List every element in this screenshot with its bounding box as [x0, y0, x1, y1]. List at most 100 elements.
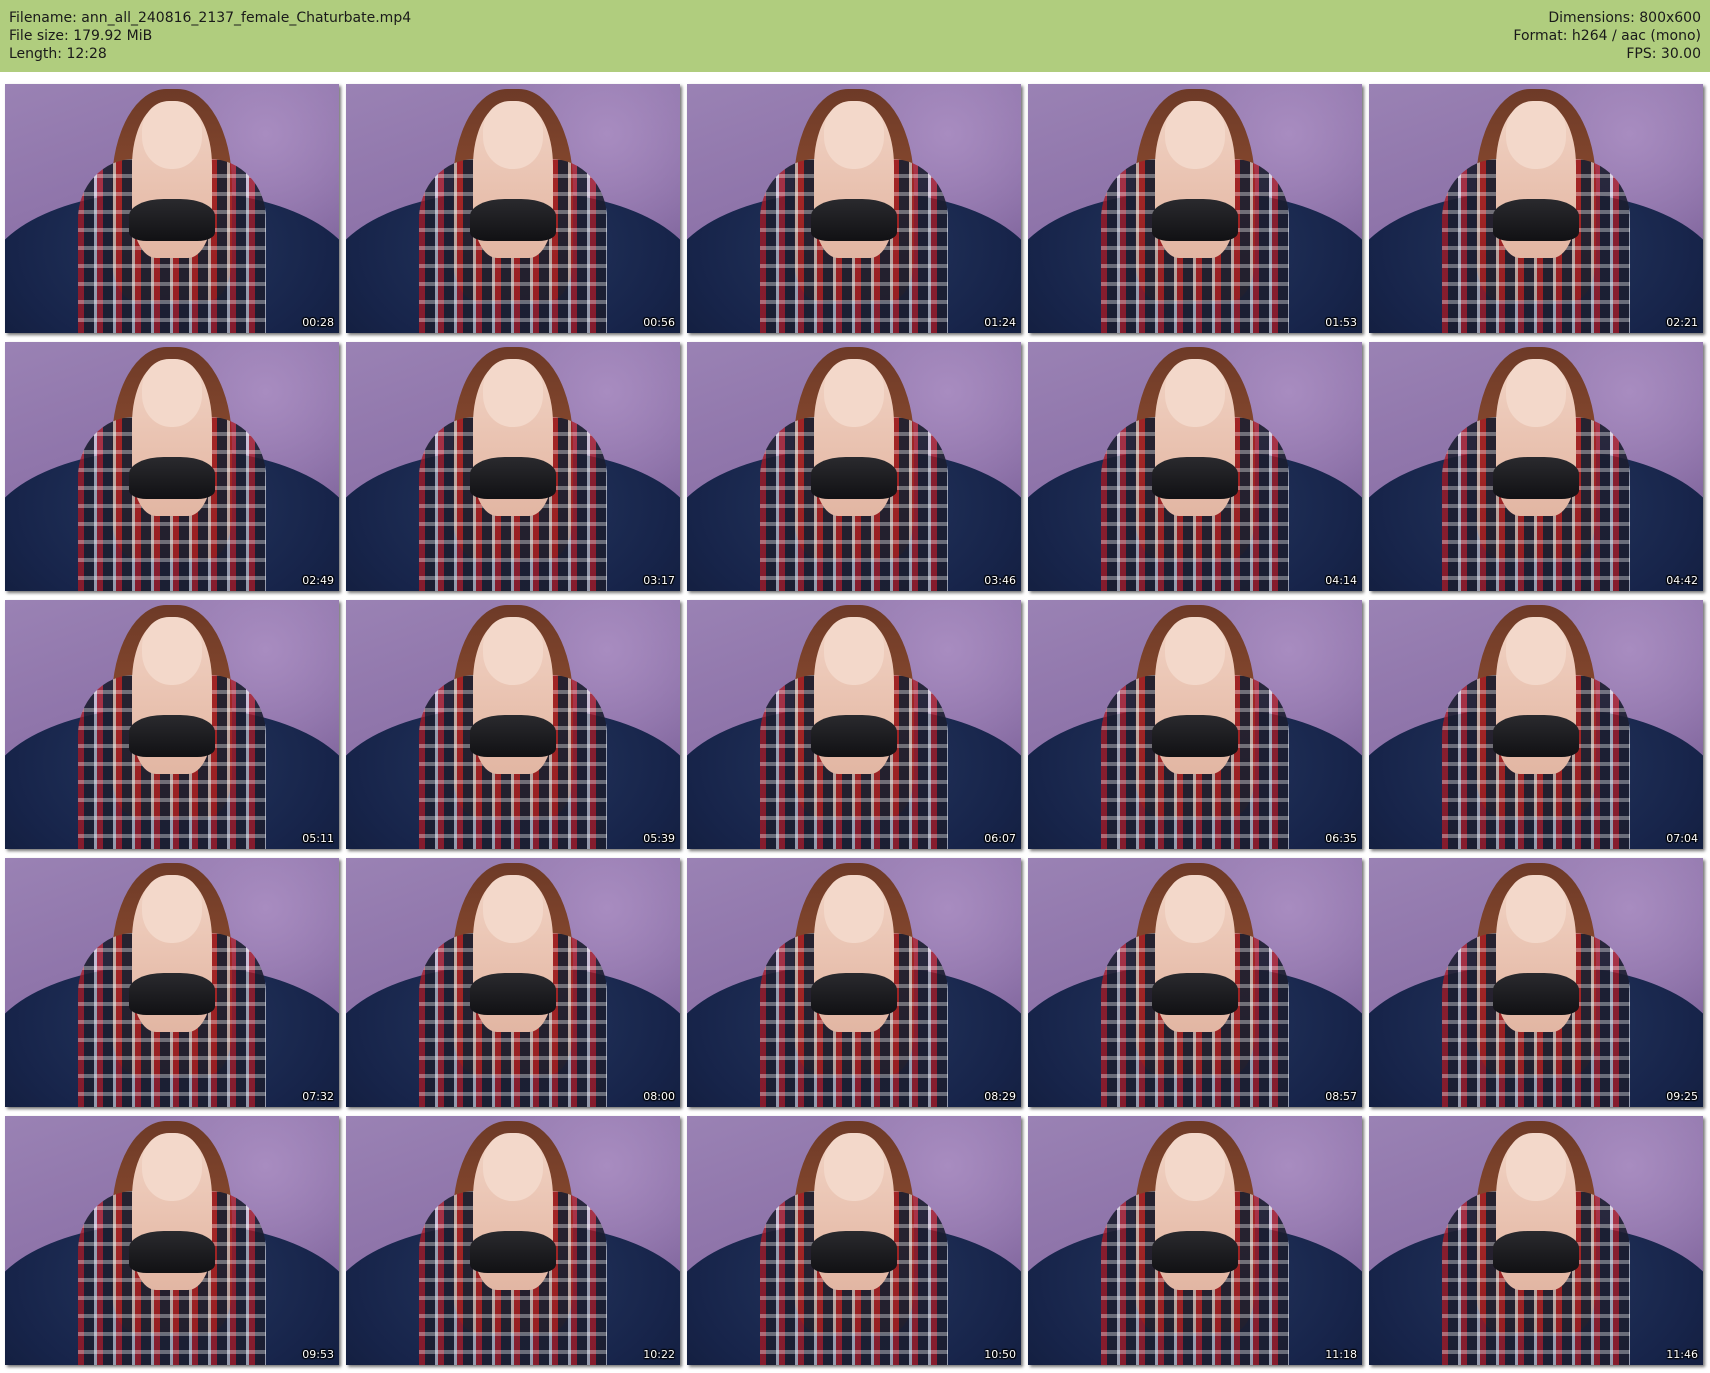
- metadata-header: Filename: ann_all_240816_2137_female_Cha…: [0, 0, 1710, 72]
- video-thumbnail: 07:32: [5, 858, 339, 1107]
- thumbnail-frame-image: [1369, 84, 1703, 333]
- filesize-text: File size: 179.92 MiB: [9, 28, 153, 44]
- video-thumbnail: 08:29: [687, 858, 1021, 1107]
- thumbnail-timestamp: 08:57: [1325, 1090, 1357, 1103]
- top-garment-shape: [1151, 456, 1239, 499]
- face-shape: [482, 359, 544, 427]
- thumbnail-frame-image: [346, 342, 680, 591]
- top-garment-shape: [469, 714, 557, 757]
- thumbnail-timestamp: 08:00: [643, 1090, 675, 1103]
- video-thumbnail: 06:07: [687, 600, 1021, 849]
- video-thumbnail: 01:24: [687, 84, 1021, 333]
- top-garment-shape: [469, 972, 557, 1015]
- face-shape: [1164, 1133, 1226, 1201]
- top-garment-shape: [1492, 972, 1580, 1015]
- thumbnail-frame-image: [1028, 1116, 1362, 1365]
- thumbnail-frame-image: [346, 84, 680, 333]
- top-garment-shape: [1492, 1230, 1580, 1273]
- video-thumbnail: 11:18: [1028, 1116, 1362, 1365]
- thumbnail-frame-image: [346, 858, 680, 1107]
- video-thumbnail: 05:11: [5, 600, 339, 849]
- top-garment-shape: [1151, 972, 1239, 1015]
- thumbnail-frame-image: [687, 84, 1021, 333]
- top-garment-shape: [810, 198, 898, 241]
- face-shape: [141, 359, 203, 427]
- face-shape: [823, 101, 885, 169]
- thumbnail-timestamp: 00:56: [643, 316, 675, 329]
- top-garment-shape: [128, 1230, 216, 1273]
- thumbnail-frame-image: [1028, 84, 1362, 333]
- thumbnail-timestamp: 09:53: [302, 1348, 334, 1361]
- thumbnail-timestamp: 01:53: [1325, 316, 1357, 329]
- thumbnail-timestamp: 11:46: [1666, 1348, 1698, 1361]
- thumbnail-timestamp: 10:22: [643, 1348, 675, 1361]
- top-garment-shape: [810, 972, 898, 1015]
- face-shape: [141, 101, 203, 169]
- face-shape: [823, 617, 885, 685]
- video-thumbnail: 00:28: [5, 84, 339, 333]
- filename-text: Filename: ann_all_240816_2137_female_Cha…: [9, 10, 412, 26]
- thumbnail-frame-image: [1369, 342, 1703, 591]
- top-garment-shape: [128, 198, 216, 241]
- thumbnail-timestamp: 03:17: [643, 574, 675, 587]
- face-shape: [823, 1133, 885, 1201]
- face-shape: [1164, 875, 1226, 943]
- video-thumbnail: 02:49: [5, 342, 339, 591]
- thumbnail-timestamp: 02:21: [1666, 316, 1698, 329]
- thumbnail-frame-image: [346, 600, 680, 849]
- thumbnail-timestamp: 02:49: [302, 574, 334, 587]
- format-text: Format: h264 / aac (mono): [1513, 28, 1701, 44]
- top-garment-shape: [128, 456, 216, 499]
- top-garment-shape: [1492, 714, 1580, 757]
- top-garment-shape: [1492, 198, 1580, 241]
- thumbnail-timestamp: 06:35: [1325, 832, 1357, 845]
- thumbnail-timestamp: 03:46: [984, 574, 1016, 587]
- length-text: Length: 12:28: [9, 46, 107, 62]
- thumbnail-timestamp: 05:11: [302, 832, 334, 845]
- video-thumbnail: 08:57: [1028, 858, 1362, 1107]
- thumbnail-timestamp: 11:18: [1325, 1348, 1357, 1361]
- face-shape: [482, 617, 544, 685]
- video-thumbnail: 02:21: [1369, 84, 1703, 333]
- metadata-right-column: Dimensions: 800x600 Format: h264 / aac (…: [1513, 9, 1701, 63]
- thumbnail-timestamp: 04:14: [1325, 574, 1357, 587]
- metadata-left-column: Filename: ann_all_240816_2137_female_Cha…: [9, 9, 411, 63]
- thumbnail-frame-image: [1028, 600, 1362, 849]
- top-garment-shape: [1492, 456, 1580, 499]
- thumbnail-frame-image: [1369, 600, 1703, 849]
- face-shape: [1505, 617, 1567, 685]
- top-garment-shape: [1151, 198, 1239, 241]
- video-thumbnail: 10:22: [346, 1116, 680, 1365]
- top-garment-shape: [128, 714, 216, 757]
- fps-text: FPS: 30.00: [1626, 46, 1701, 62]
- video-thumbnail: 10:50: [687, 1116, 1021, 1365]
- thumbnail-frame-image: [1369, 1116, 1703, 1365]
- thumbnail-frame-image: [346, 1116, 680, 1365]
- face-shape: [141, 1133, 203, 1201]
- thumbnail-frame-image: [687, 600, 1021, 849]
- face-shape: [1164, 101, 1226, 169]
- thumbnail-grid: 00:28 00:56 01:24 01:53 02:21 02:49 03:17 03:46…: [5, 84, 1705, 1368]
- video-thumbnail: 03:46: [687, 342, 1021, 591]
- video-thumbnail: 09:25: [1369, 858, 1703, 1107]
- video-thumbnail: 09:53: [5, 1116, 339, 1365]
- dimensions-text: Dimensions: 800x600: [1548, 10, 1701, 26]
- video-thumbnail: 05:39: [346, 600, 680, 849]
- video-thumbnail: 11:46: [1369, 1116, 1703, 1365]
- top-garment-shape: [810, 456, 898, 499]
- video-thumbnail: 03:17: [346, 342, 680, 591]
- thumbnail-timestamp: 08:29: [984, 1090, 1016, 1103]
- thumbnail-timestamp: 10:50: [984, 1348, 1016, 1361]
- face-shape: [823, 359, 885, 427]
- thumbnail-frame-image: [5, 600, 339, 849]
- thumbnail-timestamp: 07:32: [302, 1090, 334, 1103]
- face-shape: [1164, 359, 1226, 427]
- top-garment-shape: [469, 456, 557, 499]
- thumbnail-frame-image: [1369, 858, 1703, 1107]
- face-shape: [141, 617, 203, 685]
- thumbnail-frame-image: [5, 342, 339, 591]
- thumbnail-timestamp: 01:24: [984, 316, 1016, 329]
- thumbnail-frame-image: [1028, 858, 1362, 1107]
- top-garment-shape: [810, 1230, 898, 1273]
- video-thumbnail: 07:04: [1369, 600, 1703, 849]
